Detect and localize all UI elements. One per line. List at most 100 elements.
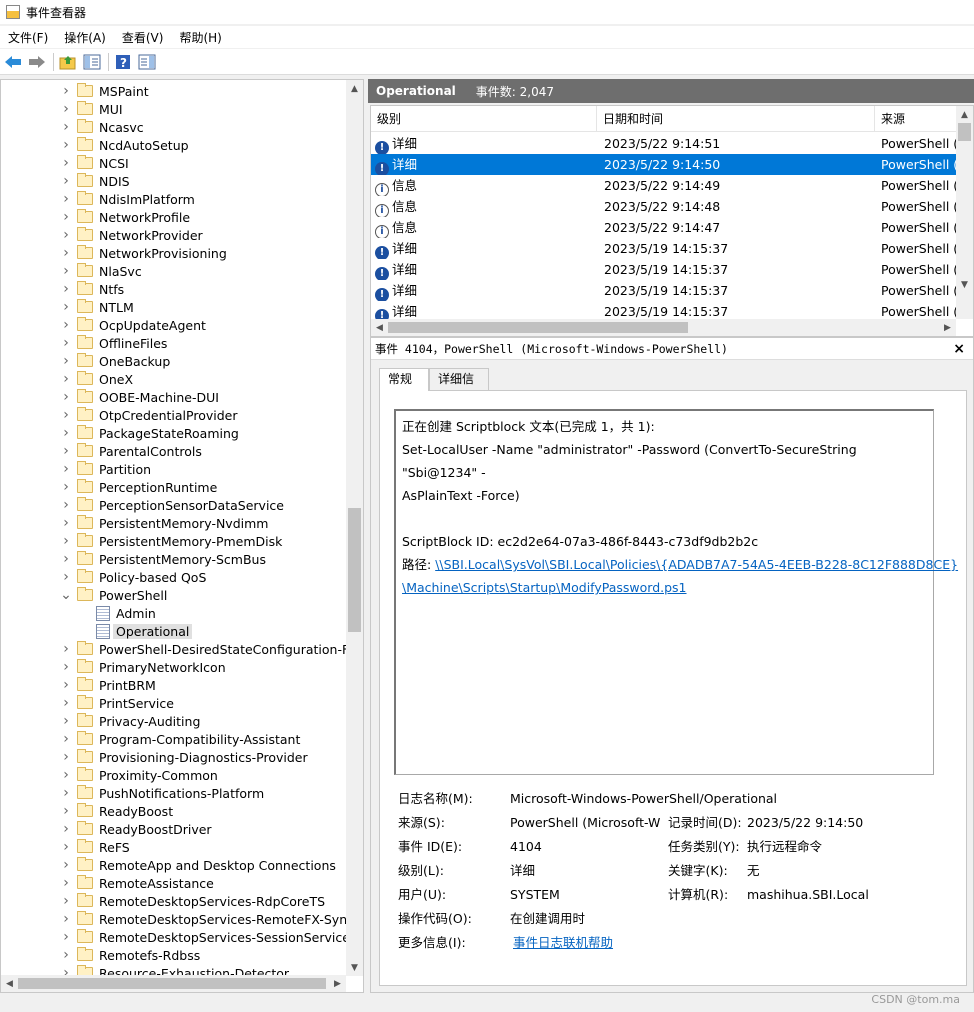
tree-item[interactable]: › NdisImPlatform [63,190,195,208]
event-message[interactable]: 正在创建 Scriptblock 文本(已完成 1，共 1): Set-Loca… [394,409,958,775]
chevron-right-icon[interactable]: › [57,172,75,190]
chevron-right-icon[interactable]: › [57,712,75,730]
scrollbar-thumb[interactable] [388,322,688,333]
chevron-right-icon[interactable]: › [57,226,75,244]
scroll-right-icon[interactable]: ▶ [329,975,346,992]
chevron-right-icon[interactable]: › [57,694,75,712]
chevron-right-icon[interactable]: › [57,298,75,316]
tree-item[interactable]: › NDIS [63,172,130,190]
chevron-right-icon[interactable]: › [57,316,75,334]
chevron-right-icon[interactable]: › [57,676,75,694]
menu-help[interactable]: 帮助(H) [171,29,229,46]
chevron-right-icon[interactable]: › [57,136,75,154]
column-level[interactable]: 级别 [371,106,597,132]
console-tree[interactable]: › MSPaint › MUI › Ncasvc › NcdAutoSetup › NCSI › ND… [0,79,364,993]
tree-item[interactable]: › PerceptionSensorDataService [63,496,284,514]
path-link[interactable]: \\SBI.Local\SysVol\SBI.Local\Policies\{A… [435,557,958,572]
chevron-right-icon[interactable]: › [57,262,75,280]
chevron-right-icon[interactable]: › [57,478,75,496]
chevron-right-icon[interactable]: › [57,424,75,442]
chevron-right-icon[interactable]: › [57,730,75,748]
tree-item[interactable]: › NetworkProfile [63,208,190,226]
menu-action[interactable]: 操作(A) [56,29,114,46]
event-row[interactable]: i信息 2023/5/22 9:14:47 PowerShell (M [371,217,957,238]
menu-file[interactable]: 文件(F) [0,29,56,46]
tree-item[interactable]: Operational [96,622,193,640]
tree-item[interactable]: › PrintService [63,694,174,712]
tree-item[interactable]: › OneX [63,370,133,388]
prop-source[interactable]: PowerShell (Microsoft-Wi [510,811,660,835]
tree-item[interactable]: › ReadyBoostDriver [63,820,212,838]
tree-item[interactable]: › OfflineFiles [63,334,167,352]
up-folder-icon[interactable] [57,51,79,73]
chevron-right-icon[interactable]: › [57,892,75,910]
help-icon[interactable]: ? [112,51,134,73]
tree-item[interactable]: › NCSI [63,154,129,172]
show-hide-action-pane-icon[interactable] [136,51,158,73]
forward-arrow-icon[interactable] [26,51,48,73]
scrollbar-thumb[interactable] [18,978,326,989]
scroll-right-icon[interactable]: ▶ [939,319,956,336]
tree-item[interactable]: › OOBE-Machine-DUI [63,388,219,406]
tree-item[interactable]: › ReadyBoost [63,802,173,820]
chevron-right-icon[interactable]: › [57,100,75,118]
event-row[interactable]: i信息 2023/5/22 9:14:49 PowerShell (M [371,175,957,196]
chevron-right-icon[interactable]: › [57,874,75,892]
prop-logged[interactable]: 2023/5/22 9:14:50 [747,811,863,835]
scrollbar-thumb[interactable] [958,123,971,141]
tree-item[interactable]: › PersistentMemory-PmemDisk [63,532,282,550]
column-source[interactable]: 来源 [875,106,957,132]
chevron-right-icon[interactable]: › [57,784,75,802]
tree-item[interactable]: › Proximity-Common [63,766,218,784]
tree-item[interactable]: › Partition [63,460,151,478]
chevron-right-icon[interactable]: › [57,370,75,388]
chevron-right-icon[interactable]: › [57,460,75,478]
tree-item[interactable]: › NetworkProvisioning [63,244,227,262]
chevron-right-icon[interactable]: › [57,190,75,208]
event-row[interactable]: !详细 2023/5/22 9:14:51 PowerShell (M [371,133,957,154]
tree-item[interactable]: › RemoteDesktopServices-RemoteFX-Synth3 [63,910,363,928]
chevron-right-icon[interactable]: › [57,496,75,514]
tree-item[interactable]: › PackageStateRoaming [63,424,239,442]
prop-user[interactable]: SYSTEM [510,883,560,907]
tree-item[interactable]: › NetworkProvider [63,226,203,244]
tree-item[interactable]: › OneBackup [63,352,170,370]
chevron-right-icon[interactable]: › [57,532,75,550]
prop-opcode[interactable]: 在创建调用时 [510,907,585,931]
tree-horizontal-scrollbar[interactable]: ◀ ▶ [1,975,346,992]
event-list-vertical-scrollbar[interactable]: ▲ ▼ [956,106,973,319]
event-row[interactable]: !详细 2023/5/19 14:15:37 PowerShell (M [371,280,957,301]
chevron-right-icon[interactable]: › [57,766,75,784]
event-list[interactable]: 级别 日期和时间 来源 ! 详细 2023/5/22 9:14:51 PowerShe… [370,105,974,337]
tree-item[interactable]: › PrintBRM [63,676,156,694]
prop-level[interactable]: 详细 [510,859,535,883]
prop-task-category[interactable]: 执行远程命令 [747,835,822,859]
chevron-right-icon[interactable]: › [57,280,75,298]
tree-item[interactable]: › Provisioning-Diagnostics-Provider [63,748,308,766]
close-icon[interactable]: × [953,338,965,360]
tree-item[interactable]: › PrimaryNetworkIcon [63,658,226,676]
tree-item[interactable]: › OtpCredentialProvider [63,406,237,424]
chevron-right-icon[interactable]: › [57,118,75,136]
tree-item[interactable]: › OcpUpdateAgent [63,316,206,334]
online-help-link[interactable]: 事件日志联机帮助 [513,935,613,950]
chevron-right-icon[interactable]: › [57,352,75,370]
prop-event-id[interactable]: 4104 [510,835,542,859]
chevron-right-icon[interactable]: › [57,928,75,946]
event-row[interactable]: !详细 2023/5/19 14:15:37 PowerShell (M [371,259,957,280]
tree-item[interactable]: Admin [96,604,156,622]
chevron-right-icon[interactable]: › [57,550,75,568]
chevron-down-icon[interactable]: ⌄ [57,586,75,604]
tree-item[interactable]: › RemoteDesktopServices-RdpCoreTS [63,892,325,910]
chevron-right-icon[interactable]: › [57,442,75,460]
chevron-right-icon[interactable]: › [57,640,75,658]
chevron-right-icon[interactable]: › [57,406,75,424]
prop-log-name[interactable]: Microsoft-Windows-PowerShell/Operational [510,787,777,811]
tab-details[interactable]: 详细信息 [429,368,489,406]
chevron-right-icon[interactable]: › [57,946,75,964]
tree-item[interactable]: › Policy-based QoS [63,568,206,586]
tree-item[interactable]: › PushNotifications-Platform [63,784,264,802]
prop-keywords[interactable]: 无 [747,859,760,883]
scroll-down-icon[interactable]: ▼ [346,959,363,976]
scroll-up-icon[interactable]: ▲ [346,80,363,97]
